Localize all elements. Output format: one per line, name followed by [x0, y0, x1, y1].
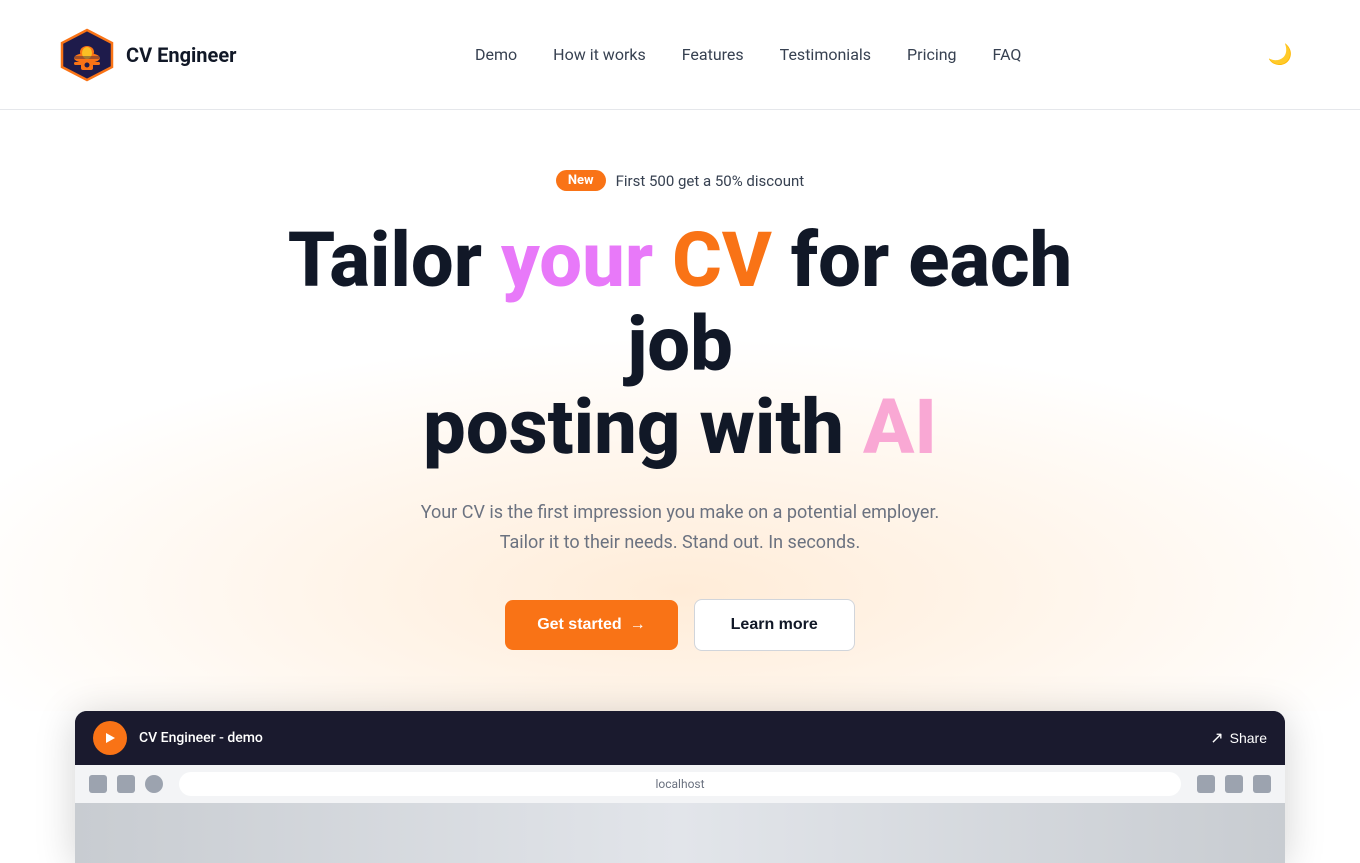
toolbar-forward-icon	[117, 775, 135, 793]
badge-new-label: New	[556, 170, 606, 191]
heading-space	[653, 215, 672, 305]
navbar: CV Engineer Demo How it works Features T…	[0, 0, 1360, 110]
hero-subtext: Your CV is the first impression you make…	[421, 498, 939, 559]
hero-subtext-line2: Tailor it to their needs. Stand out. In …	[500, 532, 860, 553]
nav-brand: CV Engineer	[60, 28, 236, 82]
toolbar-menu-icon	[1197, 775, 1215, 793]
get-started-label: Get started	[537, 616, 621, 634]
url-text: localhost	[655, 777, 704, 791]
share-icon: ↗	[1210, 728, 1223, 748]
video-bar: CV Engineer - demo ↗ Share	[75, 711, 1285, 765]
heading-tailor: Tailor	[288, 215, 501, 305]
promo-badge: New First 500 get a 50% discount	[556, 170, 804, 191]
hero-heading: Tailor your CV for each jobposting with …	[230, 219, 1130, 470]
video-bar-left: CV Engineer - demo	[93, 721, 263, 755]
arrow-right-icon: →	[630, 616, 646, 634]
dark-mode-toggle[interactable]: 🌙	[1260, 35, 1300, 75]
nav-right: 🌙	[1260, 35, 1300, 75]
toolbar-nav-icons	[89, 775, 163, 793]
play-triangle-icon	[103, 731, 117, 745]
toolbar-settings-icon	[1225, 775, 1243, 793]
hero-cta-buttons: Get started → Learn more	[505, 599, 855, 651]
get-started-button[interactable]: Get started →	[505, 600, 677, 650]
brand-name: CV Engineer	[126, 43, 236, 67]
nav-testimonials[interactable]: Testimonials	[780, 45, 871, 64]
heading-ai: AI	[863, 382, 937, 472]
share-label: Share	[1230, 730, 1267, 746]
toolbar-refresh-icon	[145, 775, 163, 793]
heading-your: your	[501, 215, 653, 305]
nav-pricing[interactable]: Pricing	[907, 45, 957, 64]
nav-demo[interactable]: Demo	[475, 45, 517, 64]
video-title: CV Engineer - demo	[139, 730, 263, 746]
toolbar-right-icons	[1197, 775, 1271, 793]
video-body	[75, 803, 1285, 863]
moon-icon: 🌙	[1268, 42, 1293, 67]
learn-more-button[interactable]: Learn more	[694, 599, 855, 651]
url-bar[interactable]: localhost	[179, 772, 1181, 796]
nav-how-it-works[interactable]: How it works	[553, 45, 646, 64]
hero-section: New First 500 get a 50% discount Tailor …	[0, 110, 1360, 711]
video-play-icon	[93, 721, 127, 755]
badge-message: First 500 get a 50% discount	[616, 172, 805, 190]
video-share-button[interactable]: ↗ Share	[1210, 728, 1267, 748]
video-section: CV Engineer - demo ↗ Share localhost	[0, 711, 1360, 863]
video-browser-toolbar: localhost	[75, 765, 1285, 803]
heading-cv: CV	[672, 215, 772, 305]
nav-faq[interactable]: FAQ	[993, 45, 1022, 64]
video-content	[75, 803, 1285, 863]
toolbar-back-icon	[89, 775, 107, 793]
nav-links: Demo How it works Features Testimonials …	[475, 45, 1021, 64]
hero-subtext-line1: Your CV is the first impression you make…	[421, 502, 939, 523]
nav-features[interactable]: Features	[682, 45, 744, 64]
cv-engineer-logo	[60, 28, 114, 82]
toolbar-more-icon	[1253, 775, 1271, 793]
video-container: CV Engineer - demo ↗ Share localhost	[75, 711, 1285, 863]
